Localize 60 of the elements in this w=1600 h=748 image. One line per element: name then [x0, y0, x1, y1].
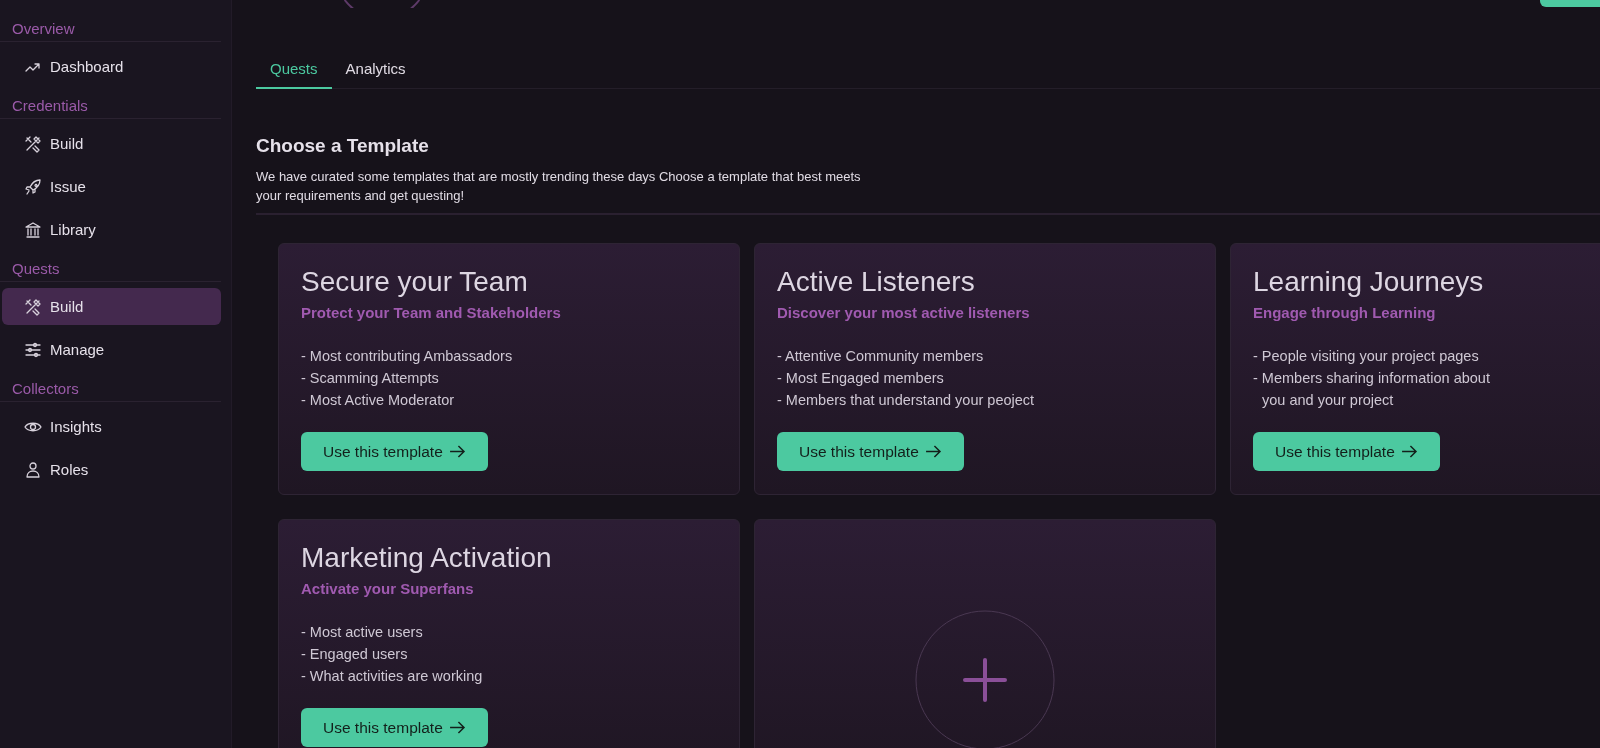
section-description: We have curated some templates that are mostly trending these days Choose a template that best meets your requirements and get questing! — [256, 168, 862, 205]
nav-item[interactable]: Roles — [2, 451, 221, 488]
nav-label: Manage — [50, 341, 105, 358]
bank-icon — [24, 220, 42, 239]
nav-item[interactable]: Dashboard — [2, 48, 221, 85]
nav-item[interactable]: Build — [2, 125, 221, 162]
card-title: Marketing Activation — [301, 542, 553, 574]
card-point: - Most Engaged members — [777, 369, 945, 388]
section-title: Collectors — [11, 379, 80, 399]
nav-item[interactable]: Issue — [2, 168, 221, 205]
arrow-right-icon — [1400, 445, 1418, 458]
card-point: - People visiting your project pages — [1253, 347, 1480, 366]
use-template-button[interactable]: Use this template — [301, 432, 488, 471]
section-title: Credentials — [11, 96, 89, 116]
sliders-icon — [24, 340, 42, 359]
nav-label: Dashboard — [50, 58, 124, 75]
card-title: Learning Journeys — [1253, 266, 1485, 298]
card-point: - Most Active Moderator — [301, 391, 456, 410]
card-point: - Members that understand your peoject — [777, 391, 1036, 410]
user-icon — [24, 460, 42, 479]
tab[interactable]: Quests — [256, 52, 332, 89]
section-title: Overview — [11, 19, 76, 39]
card-point: - Attentive Community members — [777, 347, 985, 366]
nav-label: Build — [50, 298, 84, 315]
add-template-card[interactable] — [754, 519, 1216, 748]
use-template-button[interactable]: Use this template — [301, 708, 488, 747]
action-button[interactable] — [1540, 0, 1600, 7]
tools-icon — [24, 134, 42, 153]
card-point: - Engaged users — [301, 645, 409, 664]
arrow-right-icon — [448, 721, 466, 734]
card-point: - Most active users — [301, 623, 424, 642]
nav-item[interactable]: Build — [2, 288, 221, 325]
nav-label: Library — [50, 221, 96, 238]
add-icon — [915, 610, 1055, 748]
nav-label: Build — [50, 135, 84, 152]
nav-item[interactable]: Library — [2, 211, 221, 248]
tab[interactable]: Analytics — [331, 52, 420, 89]
card-subtitle: Protect your Team and Stakeholders — [301, 304, 562, 321]
arrow-right-icon — [448, 445, 466, 458]
card-title: Active Listeners — [777, 266, 976, 298]
card-point: - Most contributing Ambassadors — [301, 347, 514, 366]
rocket-icon — [24, 177, 42, 196]
section-title: Quests — [11, 259, 61, 279]
section-heading: Choose a Template — [256, 135, 430, 157]
card-point: - What activities are working — [301, 667, 484, 686]
arrow-right-icon — [924, 445, 942, 458]
card-point: - Scamming Attempts — [301, 369, 440, 388]
use-template-button[interactable]: Use this template — [1253, 432, 1440, 471]
nav-item[interactable]: Manage — [2, 331, 221, 368]
card-subtitle: Engage through Learning — [1253, 304, 1437, 321]
tools-icon — [24, 297, 42, 316]
nav-label: Issue — [50, 178, 86, 195]
card-title: Secure your Team — [301, 266, 529, 298]
card-subtitle: Activate your Superfans — [301, 580, 475, 597]
nav-label: Roles — [50, 461, 89, 478]
use-template-button[interactable]: Use this template — [777, 432, 964, 471]
nav-label: Insights — [50, 418, 102, 435]
card-subtitle: Discover your most active listeners — [777, 304, 1031, 321]
card-point: - Members sharing information about you and your project — [1253, 369, 1491, 410]
nav-item[interactable]: Insights — [2, 408, 221, 445]
